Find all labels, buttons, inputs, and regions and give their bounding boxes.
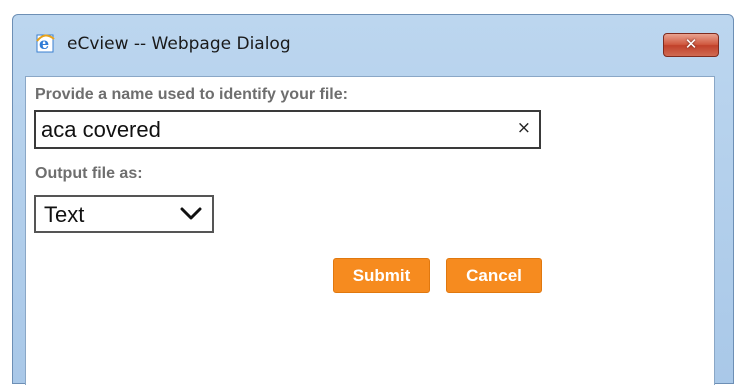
output-format-value: Text [44,202,85,227]
title-bar[interactable]: e eCview -- Webpage Dialog ✕ [13,15,733,63]
chevron-down-icon [180,206,202,222]
file-name-label: Provide a name used to identify your fil… [35,86,348,103]
close-button[interactable]: ✕ [663,33,719,57]
file-name-input[interactable] [39,114,501,145]
file-name-field[interactable]: × [34,110,541,149]
dialog-content: Provide a name used to identify your fil… [25,76,715,385]
output-format-select[interactable]: Text [34,195,214,233]
internet-explorer-icon: e [35,33,55,53]
submit-button[interactable]: Submit [333,258,430,293]
webpage-dialog-window: e eCview -- Webpage Dialog ✕ Provide a n… [12,14,734,385]
output-format-label: Output file as: [35,165,143,182]
cancel-button[interactable]: Cancel [446,258,542,293]
window-title: eCview -- Webpage Dialog [67,34,291,54]
clear-icon[interactable]: × [517,118,531,138]
close-icon: ✕ [684,35,698,53]
